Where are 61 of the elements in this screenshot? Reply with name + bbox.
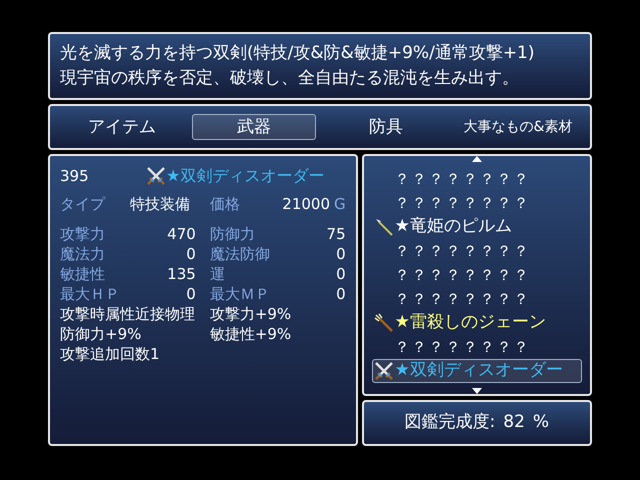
stat-label: 最大ＭＰ — [210, 284, 270, 305]
category-tab[interactable]: 大事なもの&素材 — [456, 114, 580, 140]
trident-icon — [374, 313, 394, 333]
item-number: 395 — [60, 166, 90, 187]
unknown-item-name: ？？？？？？？？ — [394, 288, 531, 310]
item-name: ★双剣ディスオーダー — [394, 359, 563, 382]
item-list-entry[interactable]: ★双剣ディスオーダー — [372, 359, 582, 383]
item-list-entry[interactable]: ？？？？？？？？ — [372, 335, 582, 359]
effect-text: 敏捷性+9% — [210, 324, 292, 345]
type-label: タイプ — [60, 194, 106, 215]
type-value: 特技装備 — [130, 194, 191, 215]
item-list-entry[interactable]: ★雷殺しのジェーン — [372, 311, 582, 335]
description-text: 現宇宙の秩序を否定、破壊し、全自由たる混沌を生み出す。 — [60, 67, 520, 90]
price-value: 21000 — [281, 194, 330, 215]
unknown-item-name: ？？？？？？？？ — [394, 192, 531, 214]
stat-value: 470 — [167, 224, 196, 245]
effect-text: 攻撃追加回数1 — [60, 344, 160, 365]
stat-value: 0 — [336, 264, 346, 285]
item-list-entry[interactable]: ？？？？？？？？ — [372, 263, 582, 287]
crossed-swords-icon — [146, 166, 166, 186]
stat-label: 攻撃力 — [60, 224, 105, 245]
unknown-item-name: ？？？？？？？？ — [394, 240, 531, 262]
unknown-item-name: ？？？？？？？？ — [394, 168, 531, 190]
completion-label: 図鑑完成度: — [404, 411, 496, 434]
stat-label: 魔法力 — [60, 244, 105, 265]
stat-value: 135 — [167, 264, 196, 285]
completion-value: 82 — [503, 411, 525, 434]
scroll-down-icon — [472, 388, 482, 394]
category-tab[interactable]: 防具 — [324, 114, 448, 140]
item-list-entry[interactable]: ？？？？？？？？ — [372, 167, 582, 191]
stat-label: 防御力 — [210, 224, 255, 245]
spear-icon — [374, 217, 394, 237]
item-name: ★竜姫のピルム — [394, 215, 512, 238]
stat-label: 運 — [210, 264, 225, 285]
effect-text: 防御力+9% — [60, 324, 142, 345]
stat-value: 0 — [186, 244, 196, 265]
stat-label: 敏捷性 — [60, 264, 105, 285]
effect-text: 攻撃力+9% — [210, 304, 292, 325]
stat-value: 75 — [326, 224, 346, 245]
scroll-up-icon — [472, 156, 482, 162]
currency-label: G — [334, 194, 346, 215]
item-list-entry[interactable]: ★竜姫のピルム — [372, 215, 582, 239]
effect-text: 攻撃時属性近接物理 — [60, 304, 195, 325]
unknown-item-name: ？？？？？？？？ — [394, 336, 531, 358]
stat-label: 魔法防御 — [210, 244, 270, 265]
item-list-entry[interactable]: ？？？？？？？？ — [372, 239, 582, 263]
crossed-swords-icon — [374, 361, 394, 381]
description-text: 光を滅する力を持つ双剣(特技/攻&防&敏捷+9%/通常攻撃+1) — [60, 42, 536, 65]
stat-label: 最大ＨＰ — [60, 284, 120, 305]
stat-value: 0 — [186, 284, 196, 305]
item-list-entry[interactable]: ？？？？？？？？ — [372, 191, 582, 215]
unknown-item-name: ？？？？？？？？ — [394, 264, 531, 286]
item-list-entry[interactable]: ？？？？？？？？ — [372, 287, 582, 311]
stat-value: 0 — [336, 284, 346, 305]
item-name: ★双剣ディスオーダー — [166, 165, 324, 187]
category-tab[interactable]: 武器 — [192, 114, 316, 140]
price-label: 価格 — [210, 194, 241, 215]
item-name: ★雷殺しのジェーン — [394, 311, 546, 334]
category-tab[interactable]: アイテム — [60, 114, 184, 140]
percent-sign: % — [532, 411, 550, 434]
stat-value: 0 — [336, 244, 346, 265]
